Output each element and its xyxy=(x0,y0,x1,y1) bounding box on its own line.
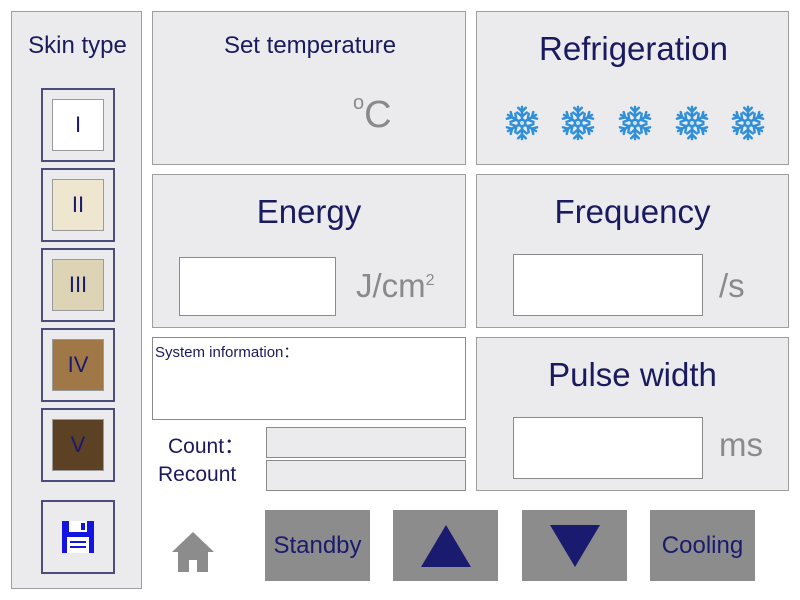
system-information-label: System information： xyxy=(155,344,299,361)
system-information-box: System information： xyxy=(152,337,466,420)
count-field xyxy=(266,427,466,458)
set-temperature-panel: Set temperature oC xyxy=(152,11,466,165)
skin-type-3-button[interactable]: III xyxy=(41,248,115,322)
refrigeration-label: Refrigeration xyxy=(539,30,728,67)
pulse-width-label: Pulse width xyxy=(548,356,717,393)
pulse-width-panel: Pulse width ms xyxy=(476,337,789,491)
floppy-disk-icon xyxy=(62,521,94,553)
energy-unit-text: J/cm xyxy=(356,267,426,304)
refrigeration-panel: Refrigeration xyxy=(476,11,789,165)
pulse-width-unit: ms xyxy=(719,426,763,463)
snowflake-icon[interactable] xyxy=(559,104,597,142)
snowflake-icon[interactable] xyxy=(503,104,541,142)
up-button[interactable] xyxy=(393,510,498,581)
triangle-up-icon xyxy=(420,524,471,567)
skin-type-1-button[interactable]: I xyxy=(41,88,115,162)
energy-unit-sup: 2 xyxy=(425,272,435,289)
skin-type-4-button[interactable]: IV xyxy=(41,328,115,402)
frequency-panel: Frequency /s xyxy=(476,174,789,328)
temperature-unit: oC xyxy=(353,92,392,137)
skin-type-3-label: III xyxy=(52,259,104,311)
snowflake-icon[interactable] xyxy=(616,104,654,142)
energy-label: Energy xyxy=(256,193,362,230)
frequency-value-field[interactable] xyxy=(513,254,703,316)
degree-symbol: o xyxy=(353,92,365,114)
skin-type-2-button[interactable]: II xyxy=(41,168,115,242)
energy-unit: J/cm2 xyxy=(356,267,435,305)
count-label: Count： xyxy=(168,435,246,458)
energy-panel: Energy J/cm2 xyxy=(152,174,466,328)
skin-type-4-label: IV xyxy=(52,339,104,391)
standby-button[interactable]: Standby xyxy=(265,510,370,581)
frequency-label: Frequency xyxy=(554,193,711,230)
pulse-width-value-field[interactable] xyxy=(513,417,703,479)
celsius-letter: C xyxy=(364,94,392,136)
snowflake-icon[interactable] xyxy=(673,104,711,142)
skin-type-title: Skin type xyxy=(28,32,127,59)
snowflake-icon[interactable] xyxy=(729,104,767,142)
skin-type-2-label: II xyxy=(52,179,104,231)
home-icon[interactable] xyxy=(170,530,216,574)
triangle-down-icon xyxy=(549,524,600,567)
recount-label: Recount xyxy=(158,463,237,486)
skin-type-5-button[interactable]: V xyxy=(41,408,115,482)
skin-type-5-label: V xyxy=(52,419,104,471)
energy-value-field[interactable] xyxy=(179,257,336,316)
frequency-unit: /s xyxy=(719,267,745,304)
skin-type-1-label: I xyxy=(52,99,104,151)
skin-type-panel: Skin type I II III IV V xyxy=(11,11,142,589)
set-temperature-label: Set temperature xyxy=(223,32,397,59)
recount-field[interactable] xyxy=(266,460,466,491)
down-button[interactable] xyxy=(522,510,627,581)
save-button[interactable] xyxy=(41,500,115,574)
cooling-button[interactable]: Cooling xyxy=(650,510,755,581)
